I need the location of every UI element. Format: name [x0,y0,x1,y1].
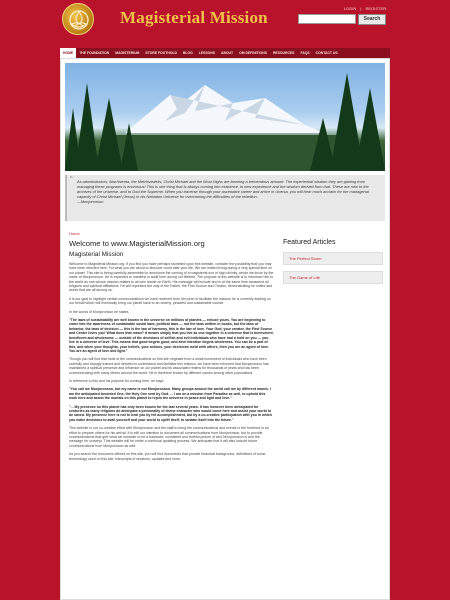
nav-item-lessons[interactable]: LESSONS [196,48,218,58]
paragraph: In the words of Monjoronson he states, [69,309,130,314]
main-nav: HOME THE FOUNDATION MAGISTERIUM STORE FO… [60,48,390,58]
quote-author: —Monjoronson [77,199,104,204]
page-subtitle: Magisterial Mission [69,251,124,258]
quoted-paragraph: "... My presence on this planet has only… [69,404,272,422]
paragraph: In reference to this and his purpose for… [69,378,165,383]
login-link[interactable]: LOGIN [344,6,356,11]
quote-text: As administrators, Machiventa, the Melch… [77,179,369,199]
site-title[interactable]: Magisterial Mission [120,8,268,28]
search-button[interactable]: Search [358,14,386,25]
nav-item-home[interactable]: HOME [60,48,77,58]
paragraph: This website is our co-creative effort w… [69,426,269,448]
nav-item-store[interactable]: STORE FOOTHOLD [142,48,180,58]
top-links: LOGIN | REGISTER [341,6,386,11]
sidebar: Featured Articles The Perfect Storm The … [283,239,383,284]
sidebar-item-game-of-life[interactable]: The Game of Life [283,271,383,284]
page-container: Magisterial Mission LOGIN | REGISTER Sea… [60,0,390,600]
quoted-paragraph: "The laws of sustainability are well kno… [69,318,274,353]
nav-item-blog[interactable]: BLOG [180,48,196,58]
quoted-paragraph: "You call me Monjoronson, but my name is… [69,387,271,401]
search-input[interactable] [298,14,356,24]
link-separator: | [360,6,362,11]
paragraph: As you search the resources offered on t… [69,452,266,461]
nav-item-about[interactable]: ABOUT [218,48,236,58]
paragraph: Welcome to Magisterial Mission.org. If y… [69,262,274,293]
quote-block: “ As administrators, Machiventa, the Mel… [65,175,385,221]
nav-item-definitions[interactable]: OM DEFINITIONS [236,48,270,58]
main-content: Welcome to www.MagisterialMission.org Ma… [69,239,274,461]
page-title: Welcome to www.MagisterialMission.org [69,239,205,248]
nav-item-faqs[interactable]: FAQS [297,48,312,58]
nav-item-foundation[interactable]: THE FOUNDATION [76,48,112,58]
sidebar-item-perfect-storm[interactable]: The Perfect Storm [283,252,383,265]
breadcrumb[interactable]: Home [69,231,80,236]
site-header: Magisterial Mission LOGIN | REGISTER Sea… [60,0,390,38]
paragraph: It is our goal to highlight certain comm… [69,296,271,306]
mountain-banner-image [65,63,385,171]
sidebar-title: Featured Articles [283,239,336,246]
content-panel: “ As administrators, Machiventa, the Mel… [60,58,390,600]
paragraph: Though you will find that most of the co… [69,357,269,375]
register-link[interactable]: REGISTER [366,6,386,11]
nav-item-contact[interactable]: CONTACT US [313,48,341,58]
nav-item-magisterium[interactable]: MAGISTERIUM [112,48,142,58]
nav-item-resources[interactable]: RESOURCES [270,48,297,58]
quote-mark: “ [70,175,73,184]
triquetra-icon[interactable] [62,3,94,35]
